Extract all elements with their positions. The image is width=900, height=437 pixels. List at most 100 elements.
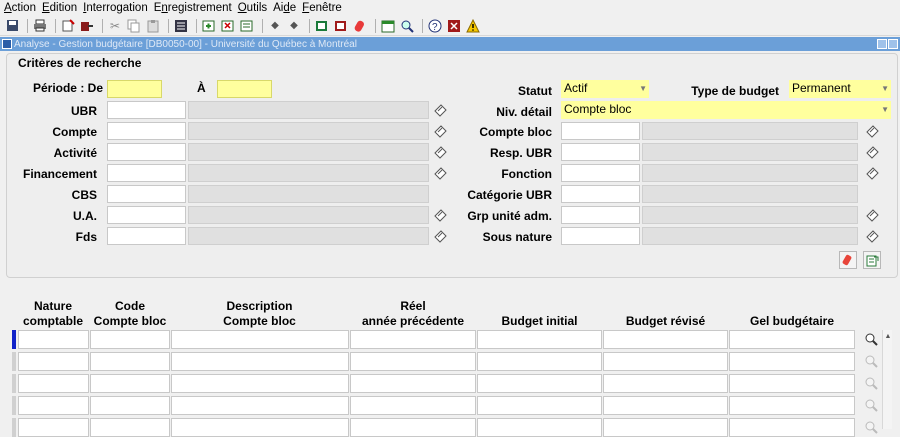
- grid-cell[interactable]: [171, 374, 349, 393]
- minimize-icon[interactable]: [877, 39, 887, 49]
- grid-cell[interactable]: [729, 396, 855, 415]
- record-indicator[interactable]: [12, 418, 16, 437]
- type-budget-select[interactable]: Permanent ▼: [789, 80, 891, 98]
- list-of-values-icon[interactable]: [863, 227, 881, 245]
- grid-cell[interactable]: [350, 352, 476, 371]
- grid-cell[interactable]: [477, 374, 602, 393]
- criteria-code-input[interactable]: [561, 227, 640, 245]
- grid-cell[interactable]: [90, 396, 170, 415]
- grid-cell[interactable]: [18, 418, 89, 437]
- next-record-icon[interactable]: ◆: [286, 18, 302, 34]
- grid-cell[interactable]: [90, 352, 170, 371]
- list-of-values-icon[interactable]: [431, 101, 449, 119]
- delete-record-icon[interactable]: [220, 18, 236, 34]
- periode-to-input[interactable]: [217, 80, 272, 98]
- dropdown-arrow-icon[interactable]: ▼: [639, 80, 647, 97]
- clear-icon[interactable]: [352, 18, 368, 34]
- criteria-code-input[interactable]: [561, 143, 640, 161]
- grid-cell[interactable]: [477, 396, 602, 415]
- magnifier-icon[interactable]: [862, 396, 880, 414]
- menu-item[interactable]: Edition: [42, 2, 77, 14]
- list-of-values-icon[interactable]: [863, 143, 881, 161]
- record-indicator[interactable]: [12, 374, 16, 393]
- criteria-code-input[interactable]: [561, 185, 640, 203]
- magnifier-icon[interactable]: [862, 352, 880, 370]
- periode-from-input[interactable]: [107, 80, 162, 98]
- export-icon[interactable]: [863, 251, 881, 269]
- list-of-values-icon[interactable]: [863, 164, 881, 182]
- maximize-icon[interactable]: [888, 39, 898, 49]
- criteria-code-input[interactable]: [107, 185, 186, 203]
- menu-item[interactable]: Enregistrement: [154, 2, 232, 14]
- grid-cell[interactable]: [350, 374, 476, 393]
- scroll-up-icon[interactable]: ▲: [883, 330, 893, 342]
- calendar-icon[interactable]: [380, 18, 396, 34]
- grid-cell[interactable]: [350, 330, 476, 349]
- grid-cell[interactable]: [603, 418, 728, 437]
- grid-cell[interactable]: [603, 374, 728, 393]
- search-icon[interactable]: [399, 18, 415, 34]
- last-record-icon[interactable]: [333, 18, 349, 34]
- criteria-code-input[interactable]: [561, 206, 640, 224]
- record-indicator[interactable]: [12, 396, 16, 415]
- help-icon[interactable]: ?: [427, 18, 443, 34]
- magnifier-icon[interactable]: [862, 330, 880, 348]
- grid-cell[interactable]: [603, 330, 728, 349]
- exit-icon[interactable]: [446, 18, 462, 34]
- print-icon[interactable]: [32, 18, 48, 34]
- record-indicator[interactable]: [12, 330, 16, 349]
- criteria-code-input[interactable]: [561, 164, 640, 182]
- first-record-icon[interactable]: [314, 18, 330, 34]
- enter-query-icon[interactable]: [60, 18, 76, 34]
- list-of-values-icon[interactable]: [863, 206, 881, 224]
- menu-item[interactable]: Fenêtre: [302, 2, 342, 14]
- grid-cell[interactable]: [18, 352, 89, 371]
- menu-item[interactable]: Action: [4, 2, 36, 14]
- statut-select[interactable]: Actif ▼: [561, 80, 649, 98]
- criteria-code-input[interactable]: [107, 143, 186, 161]
- grid-cell[interactable]: [729, 330, 855, 349]
- magnifier-icon[interactable]: [862, 374, 880, 392]
- menu-item[interactable]: Interrogation: [83, 2, 148, 14]
- criteria-code-input[interactable]: [107, 206, 186, 224]
- previous-record-icon[interactable]: ◆: [267, 18, 283, 34]
- cut-icon[interactable]: ✂: [107, 18, 123, 34]
- list-icon[interactable]: [173, 18, 189, 34]
- magnifier-icon[interactable]: [862, 418, 880, 436]
- grid-cell[interactable]: [729, 418, 855, 437]
- criteria-code-input[interactable]: [107, 227, 186, 245]
- dropdown-arrow-icon[interactable]: ▼: [881, 80, 889, 97]
- grid-cell[interactable]: [18, 374, 89, 393]
- criteria-code-input[interactable]: [107, 101, 186, 119]
- niv-detail-select[interactable]: Compte bloc ▼: [561, 101, 891, 119]
- grid-scrollbar[interactable]: ▲: [882, 330, 892, 429]
- duplicate-record-icon[interactable]: [239, 18, 255, 34]
- grid-cell[interactable]: [171, 330, 349, 349]
- execute-query-icon[interactable]: [79, 18, 95, 34]
- grid-cell[interactable]: [477, 330, 602, 349]
- grid-cell[interactable]: [477, 352, 602, 371]
- menu-item[interactable]: Aide: [273, 2, 296, 14]
- paste-icon[interactable]: [145, 18, 161, 34]
- eraser-icon[interactable]: [839, 251, 857, 269]
- grid-cell[interactable]: [603, 396, 728, 415]
- record-indicator[interactable]: [12, 352, 16, 371]
- grid-cell[interactable]: [350, 396, 476, 415]
- criteria-code-input[interactable]: [107, 164, 186, 182]
- window-titlebar[interactable]: Analyse - Gestion budgétaire [DB0050-00]…: [0, 37, 900, 51]
- copy-icon[interactable]: [126, 18, 142, 34]
- grid-cell[interactable]: [171, 352, 349, 371]
- grid-cell[interactable]: [729, 374, 855, 393]
- grid-cell[interactable]: [90, 330, 170, 349]
- grid-cell[interactable]: [18, 396, 89, 415]
- warning-icon[interactable]: [465, 18, 481, 34]
- criteria-code-input[interactable]: [107, 122, 186, 140]
- grid-cell[interactable]: [171, 396, 349, 415]
- grid-cell[interactable]: [171, 418, 349, 437]
- list-of-values-icon[interactable]: [863, 122, 881, 140]
- grid-cell[interactable]: [603, 352, 728, 371]
- grid-cell[interactable]: [729, 352, 855, 371]
- save-icon[interactable]: [4, 18, 20, 34]
- grid-cell[interactable]: [477, 418, 602, 437]
- grid-cell[interactable]: [18, 330, 89, 349]
